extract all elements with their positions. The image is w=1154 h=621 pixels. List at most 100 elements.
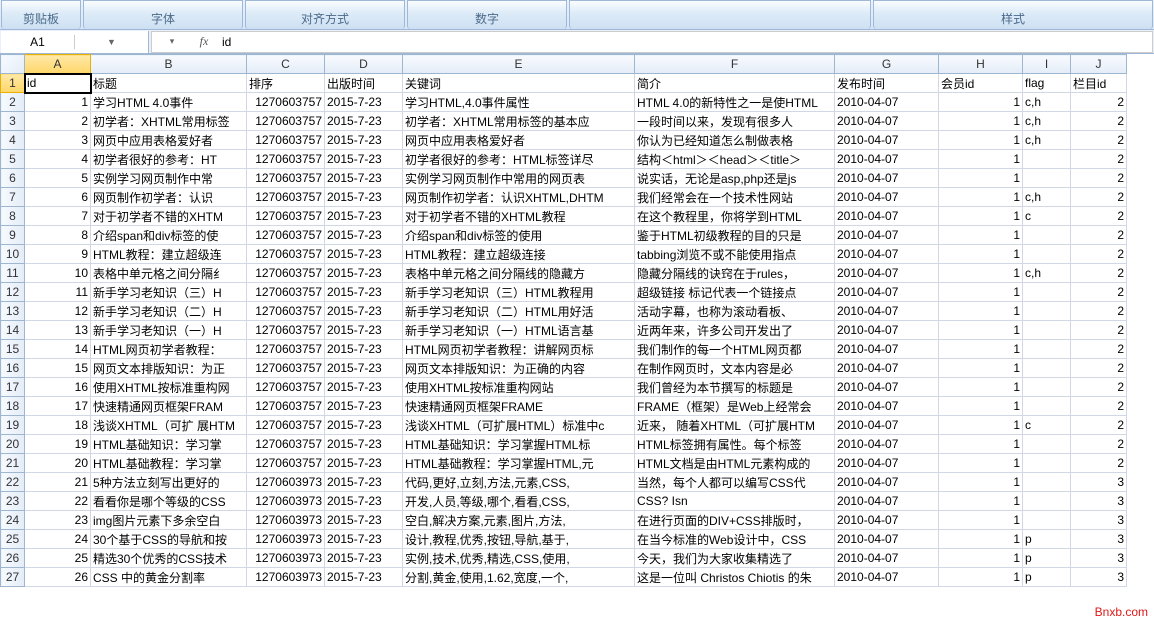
cell[interactable]: 2 xyxy=(1071,340,1127,359)
cell[interactable]: 快速精通网页框架FRAM xyxy=(91,397,247,416)
cell[interactable]: 1 xyxy=(939,435,1023,454)
cell[interactable]: 17 xyxy=(25,397,91,416)
cell[interactable]: 3 xyxy=(1071,530,1127,549)
cell[interactable]: 新手学习老知识（三）HTML教程用 xyxy=(403,283,635,302)
cell[interactable]: 11 xyxy=(25,283,91,302)
cell[interactable]: 1270603973 xyxy=(247,511,325,530)
name-box[interactable]: A1 ▼ xyxy=(1,31,149,53)
cell[interactable]: 2010-04-07 xyxy=(835,435,939,454)
name-box-dropdown-icon[interactable]: ▼ xyxy=(74,35,148,49)
cell[interactable]: 初学者：XHTML常用标签 xyxy=(91,112,247,131)
cell[interactable]: 新手学习老知识（一）HTML语言基 xyxy=(403,321,635,340)
cell[interactable]: 关键词 xyxy=(403,74,635,93)
cell[interactable]: 2010-04-07 xyxy=(835,302,939,321)
cell[interactable]: 2015-7-23 xyxy=(325,207,403,226)
cell[interactable]: c,h xyxy=(1023,112,1071,131)
cell[interactable]: 2015-7-23 xyxy=(325,188,403,207)
cell[interactable]: 18 xyxy=(25,416,91,435)
cell[interactable]: p xyxy=(1023,549,1071,568)
cell[interactable]: 2015-7-23 xyxy=(325,226,403,245)
cell[interactable]: 2010-04-07 xyxy=(835,492,939,511)
cell[interactable]: 出版时间 xyxy=(325,74,403,93)
cell[interactable]: 14 xyxy=(25,340,91,359)
cell[interactable]: 2015-7-23 xyxy=(325,568,403,587)
cell[interactable]: 2 xyxy=(25,112,91,131)
cell[interactable]: 1 xyxy=(939,492,1023,511)
cell[interactable]: 1270603757 xyxy=(247,264,325,283)
cell[interactable]: 3 xyxy=(1071,473,1127,492)
cell[interactable]: 代码,更好,立刻,方法,元素,CSS, xyxy=(403,473,635,492)
row-header[interactable]: 17 xyxy=(1,378,25,397)
ribbon-group-styles[interactable]: 样式 xyxy=(873,0,1153,29)
cell[interactable]: 3 xyxy=(1071,568,1127,587)
cell[interactable]: 30个基于CSS的导航和按 xyxy=(91,530,247,549)
cell[interactable]: 我们曾经为本节撰写的标题是 xyxy=(635,378,835,397)
cell[interactable]: 1270603757 xyxy=(247,359,325,378)
cell[interactable]: id xyxy=(25,74,91,93)
cell[interactable]: 2015-7-23 xyxy=(325,112,403,131)
cell[interactable]: c,h xyxy=(1023,93,1071,112)
fx-button[interactable]: fx xyxy=(192,34,216,49)
cell[interactable]: 使用XHTML按标准重构网 xyxy=(91,378,247,397)
cell[interactable]: 1 xyxy=(939,169,1023,188)
cell[interactable]: 2010-04-07 xyxy=(835,397,939,416)
column-header[interactable]: C xyxy=(247,55,325,74)
cell[interactable]: 在当今标准的Web设计中，CSS xyxy=(635,530,835,549)
column-header[interactable]: A xyxy=(25,55,91,74)
cell[interactable]: 2010-04-07 xyxy=(835,93,939,112)
cell[interactable]: 1 xyxy=(939,397,1023,416)
ribbon-group-number[interactable]: 数字 xyxy=(407,0,567,29)
cell[interactable]: 学习HTML 4.0事件 xyxy=(91,93,247,112)
cell[interactable] xyxy=(1023,169,1071,188)
cell[interactable]: 2 xyxy=(1071,454,1127,473)
cell[interactable]: 新手学习老知识（一）H xyxy=(91,321,247,340)
cell[interactable]: 网页文本排版知识：为正确的内容 xyxy=(403,359,635,378)
cell[interactable]: 1270603757 xyxy=(247,416,325,435)
cell[interactable]: 1 xyxy=(939,150,1023,169)
row-header[interactable]: 9 xyxy=(1,226,25,245)
cell[interactable]: 2 xyxy=(1071,131,1127,150)
row-header[interactable]: 13 xyxy=(1,302,25,321)
cell[interactable]: c,h xyxy=(1023,131,1071,150)
cell[interactable]: FRAME（框架）是Web上经常会 xyxy=(635,397,835,416)
cell[interactable]: 1270603757 xyxy=(247,150,325,169)
cell[interactable]: 在进行页面的DIV+CSS排版时， xyxy=(635,511,835,530)
cell[interactable]: 开发,人员,等级,哪个,看看,CSS, xyxy=(403,492,635,511)
formula-dropdown-icon[interactable]: ▾ xyxy=(165,35,179,49)
row-header[interactable]: 1 xyxy=(1,74,25,93)
cell[interactable]: 栏目id xyxy=(1071,74,1127,93)
cell[interactable] xyxy=(1023,302,1071,321)
row-header[interactable]: 14 xyxy=(1,321,25,340)
cell[interactable] xyxy=(1023,283,1071,302)
cell[interactable]: 1 xyxy=(939,188,1023,207)
row-header[interactable]: 6 xyxy=(1,169,25,188)
cell[interactable]: 2 xyxy=(1071,93,1127,112)
formula-input[interactable]: id xyxy=(216,35,1152,49)
cell[interactable]: 15 xyxy=(25,359,91,378)
row-header[interactable]: 19 xyxy=(1,416,25,435)
cell[interactable]: 2015-7-23 xyxy=(325,378,403,397)
cell[interactable]: 我们制作的每一个HTML网页都 xyxy=(635,340,835,359)
cell[interactable]: 25 xyxy=(25,549,91,568)
row-header[interactable]: 3 xyxy=(1,112,25,131)
cell[interactable]: 1 xyxy=(939,226,1023,245)
cell[interactable]: 1270603757 xyxy=(247,112,325,131)
cell[interactable]: 2015-7-23 xyxy=(325,549,403,568)
cell[interactable]: 2 xyxy=(1071,226,1127,245)
cell[interactable]: 简介 xyxy=(635,74,835,93)
ribbon-group-font[interactable]: 字体 xyxy=(83,0,243,29)
cell[interactable] xyxy=(1023,378,1071,397)
cell[interactable]: 2015-7-23 xyxy=(325,416,403,435)
cell[interactable]: 7 xyxy=(25,207,91,226)
cell[interactable]: 4 xyxy=(25,150,91,169)
cell[interactable]: HTML文档是由HTML元素构成的 xyxy=(635,454,835,473)
cell[interactable]: 2 xyxy=(1071,150,1127,169)
cell[interactable]: c xyxy=(1023,207,1071,226)
cell[interactable]: 3 xyxy=(25,131,91,150)
column-header[interactable]: D xyxy=(325,55,403,74)
cell[interactable]: 2015-7-23 xyxy=(325,397,403,416)
cell[interactable]: 发布时间 xyxy=(835,74,939,93)
cell[interactable]: 2015-7-23 xyxy=(325,530,403,549)
cell[interactable]: 会员id xyxy=(939,74,1023,93)
cell[interactable]: 表格中单元格之间分隔纟 xyxy=(91,264,247,283)
